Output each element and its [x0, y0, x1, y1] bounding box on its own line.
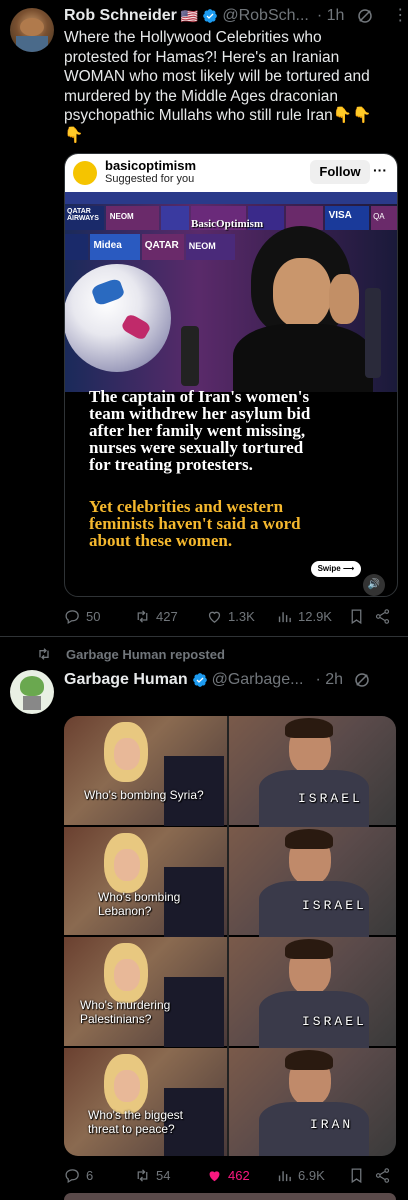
sponsor-board: NEOM	[105, 206, 160, 230]
verified-badge-icon	[202, 8, 218, 24]
repost-button[interactable]: 54	[134, 1167, 170, 1184]
embedded-post-card[interactable]: basicoptimism Suggested for you Follow ·…	[64, 153, 398, 597]
follow-button[interactable]: Follow	[310, 160, 370, 184]
tweet-actions: 50 427 1.3K 12.9K	[64, 608, 394, 628]
author-name[interactable]: Garbage Human	[64, 671, 188, 689]
garbage-human-avatar[interactable]	[10, 670, 54, 714]
like-button[interactable]: 462	[206, 1167, 250, 1184]
repost-label[interactable]: Garbage Human reposted	[66, 647, 225, 662]
post-time[interactable]: · 2h	[315, 671, 343, 689]
swipe-button[interactable]: Swipe ⟶	[311, 561, 361, 577]
sponsor-board: QA	[371, 206, 397, 230]
next-post-image-peek[interactable]	[64, 1193, 396, 1200]
author-handle[interactable]: @RobSch...	[222, 7, 309, 25]
meme-question: Who's the biggest threat to peace?	[88, 1108, 184, 1136]
author-handle[interactable]: @Garbage...	[212, 671, 304, 689]
embed-subheadline: Yet celebrities and western feminists ha…	[89, 497, 301, 550]
embed-suggested-label: Suggested for you	[105, 173, 195, 185]
post-time[interactable]: · 1h	[317, 7, 345, 25]
views-button[interactable]: 12.9K	[276, 608, 332, 625]
embed-account-name[interactable]: basicoptimism	[105, 158, 196, 173]
embed-headline: The captain of Iran's women's team withd…	[89, 387, 311, 474]
sponsor-board: Midea	[90, 234, 140, 260]
press-conference-photo: QATAR AIRWAYS NEOM VISA QA Midea QATAR N…	[65, 192, 397, 392]
volume-icon[interactable]: 🔊	[363, 574, 385, 596]
repost-button[interactable]: 427	[134, 608, 178, 625]
reply-button[interactable]: 6	[64, 1167, 93, 1184]
share-icon[interactable]	[374, 608, 391, 625]
author-name[interactable]: Rob Schneider	[64, 7, 177, 25]
meme-answer: ISRAEL	[298, 791, 363, 806]
reply-button[interactable]: 50	[64, 608, 100, 625]
embed-more-icon[interactable]: ···	[373, 162, 387, 178]
views-button[interactable]: 6.9K	[276, 1167, 325, 1184]
sponsor-board: QATAR	[141, 234, 184, 260]
more-options-icon[interactable]: ⋮	[392, 8, 408, 24]
meme-image[interactable]: Who's bombing Syria? Who's bombing Leban…	[64, 716, 396, 1156]
basicoptimism-avatar[interactable]	[73, 161, 97, 185]
meme-answer: IRAN	[310, 1117, 354, 1132]
grok-icon[interactable]	[353, 671, 371, 689]
rob-schneider-avatar[interactable]	[10, 8, 54, 52]
meme-question: Who's bombing Syria?	[84, 788, 204, 802]
sponsor-board: NEOM	[185, 234, 236, 260]
soccer-ball	[65, 264, 171, 372]
verified-badge-icon	[192, 672, 208, 688]
repost-indicator-icon	[36, 646, 52, 662]
share-icon[interactable]	[374, 1167, 391, 1184]
bookmark-icon[interactable]	[348, 1167, 365, 1184]
person-figure	[233, 226, 373, 392]
meme-answer: ISRAEL	[302, 1014, 367, 1029]
sponsor-board: QATAR AIRWAYS	[65, 206, 104, 230]
grok-icon[interactable]	[356, 7, 374, 25]
meme-answer: ISRAEL	[302, 898, 367, 913]
tweet-actions: 6 54 462 6.9K	[64, 1167, 394, 1187]
meme-question: Who's murdering Palestinians?	[80, 998, 171, 1026]
tweet-text: Where the Hollywood Celebrities who prot…	[64, 29, 372, 144]
bookmark-icon[interactable]	[348, 608, 365, 625]
tweet-divider	[0, 636, 408, 637]
us-flag-icon: 🇺🇸	[180, 7, 199, 24]
meme-question: Who's bombing Lebanon?	[98, 890, 181, 918]
like-button[interactable]: 1.3K	[206, 608, 255, 625]
